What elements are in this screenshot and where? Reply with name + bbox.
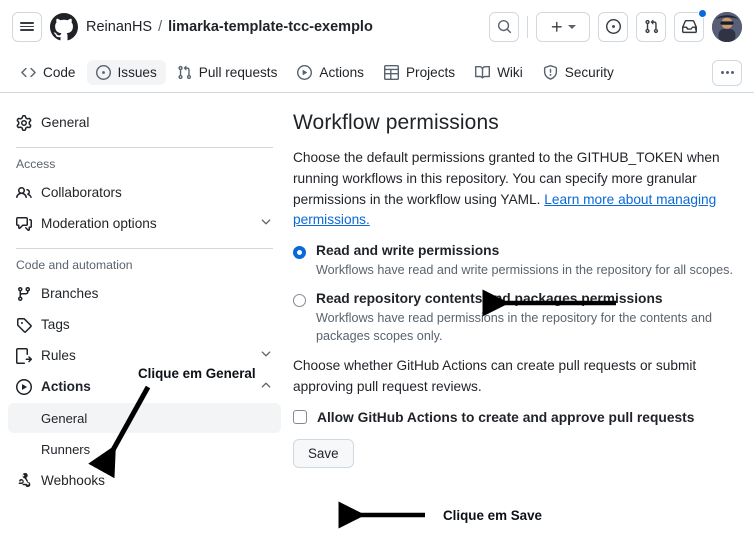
github-logo-icon[interactable] [50,12,78,41]
repo-tab-security[interactable]: Security [534,60,623,85]
play-circle-icon [297,65,313,80]
permission-description: Workflows have read permissions in the r… [316,310,712,343]
git-pull-request-icon [178,65,191,80]
sidebar-item-label: Moderation options [41,216,157,231]
sidebar-item-label: Webhooks [41,473,105,488]
permission-option-read-only[interactable]: Read repository contents and packages pe… [293,291,738,307]
chevron-down-icon [259,347,273,364]
gear-icon [16,114,32,131]
hamburger-icon[interactable] [12,11,42,42]
repository-nav: Code Issues Pull requests Actions Projec… [0,53,754,93]
issue-opened-icon[interactable] [598,11,628,42]
breadcrumb-repo[interactable]: limarka-template-tcc-exemplo [168,19,373,35]
sidebar-item-label: Rules [41,348,76,363]
header-actions [489,8,742,42]
pull-request-description: Choose whether GitHub Actions can create… [293,358,697,394]
repo-tab-label: Projects [405,65,456,80]
global-header: ReinanHS / limarka-template-tcc-exemplo [0,0,754,53]
kebab-horizontal-icon[interactable] [712,59,742,86]
sidebar-section-access: Access [16,157,56,171]
sidebar-item-label: Collaborators [41,185,122,200]
repo-tab-code[interactable]: Code [12,60,85,85]
issue-opened-icon [95,65,111,80]
sidebar-subitem-general[interactable]: General [8,403,281,433]
notifications-button[interactable] [674,8,707,42]
chevron-down-icon [259,215,273,232]
radio-read-contents-packages[interactable] [293,293,306,307]
annotation-label-general: Clique em General [138,366,256,381]
allow-actions-pr-row[interactable]: Allow GitHub Actions to create and appro… [293,410,738,425]
plus-icon [551,21,562,32]
book-icon [475,65,491,79]
webhook-icon [16,472,32,489]
git-pull-request-icon[interactable] [636,11,666,42]
sidebar-item-label: Actions [41,379,91,394]
sidebar-item-general[interactable]: General [8,107,281,138]
repo-tab-label: Issues [117,65,157,80]
annotation-label-save: Clique em Save [443,508,542,523]
code-icon [21,67,36,78]
sidebar-divider [16,147,273,148]
sidebar-item-collaborators[interactable]: Collaborators [8,177,281,208]
repo-tab-pull-requests[interactable]: Pull requests [168,60,287,85]
notification-badge-dot [698,8,707,18]
repo-tab-label: Pull requests [198,65,278,80]
sidebar-subitem-runners[interactable]: Runners [8,434,281,464]
save-button[interactable]: Save [293,438,354,468]
repo-tab-wiki[interactable]: Wiki [466,60,532,85]
radio-read-write[interactable] [293,246,306,260]
sidebar-item-branches[interactable]: Branches [8,278,281,309]
permission-label: Read and write permissions [316,243,500,259]
sidebar-subitem-label: Runners [41,441,91,457]
chevron-down-icon [568,24,576,29]
repo-tab-actions[interactable]: Actions [288,60,373,85]
rules-icon [16,347,32,364]
sidebar-item-label: Tags [41,317,70,332]
workflow-permissions-description: Choose the default permissions granted t… [293,148,725,231]
permission-description: Workflows have read and write permission… [316,263,733,278]
repo-tab-label: Security [564,65,614,80]
people-icon [16,185,32,201]
repo-tab-projects[interactable]: Projects [375,60,464,85]
sidebar-item-tags[interactable]: Tags [8,309,281,340]
repo-tab-label: Actions [319,65,364,80]
sidebar-divider [16,248,273,249]
breadcrumb-separator: / [158,18,163,35]
create-new-button[interactable] [536,11,590,42]
allow-actions-pr-label: Allow GitHub Actions to create and appro… [317,409,695,425]
dot [730,71,734,74]
permission-option-read-write[interactable]: Read and write permissions [293,243,738,260]
sidebar-item-moderation-options[interactable]: Moderation options [8,208,281,239]
breadcrumb-owner[interactable]: ReinanHS [86,19,152,35]
settings-content: Workflow permissions Choose the default … [289,93,754,540]
repo-tab-label: Wiki [497,65,523,80]
repo-tab-issues[interactable]: Issues [86,60,166,85]
sidebar-item-label: Branches [41,286,99,301]
tag-icon [16,317,32,333]
allow-actions-pr-checkbox[interactable] [293,410,307,425]
repo-tab-label: Code [43,65,76,80]
sidebar-item-webhooks[interactable]: Webhooks [8,465,281,496]
permission-label: Read repository contents and packages pe… [316,290,663,306]
page-body: General Access Collaborators Moderation … [0,93,754,540]
shield-icon [543,65,557,80]
breadcrumb: ReinanHS / limarka-template-tcc-exemplo [86,19,373,35]
settings-sidebar: General Access Collaborators Moderation … [0,93,289,540]
dot [725,71,729,74]
sidebar-item-label: General [41,115,90,130]
chevron-up-icon [259,378,273,395]
sidebar-section-code-and-automation: Code and automation [16,258,133,272]
sidebar-subitem-label: General [41,410,88,426]
avatar[interactable] [712,11,742,42]
search-icon[interactable] [489,11,519,42]
dot [720,71,724,74]
git-branch-icon [16,286,32,302]
table-icon [383,65,399,80]
header-divider [527,15,528,38]
comment-discussion-icon [16,216,32,232]
play-circle-icon [16,378,32,395]
page-title: Workflow permissions [293,111,499,134]
